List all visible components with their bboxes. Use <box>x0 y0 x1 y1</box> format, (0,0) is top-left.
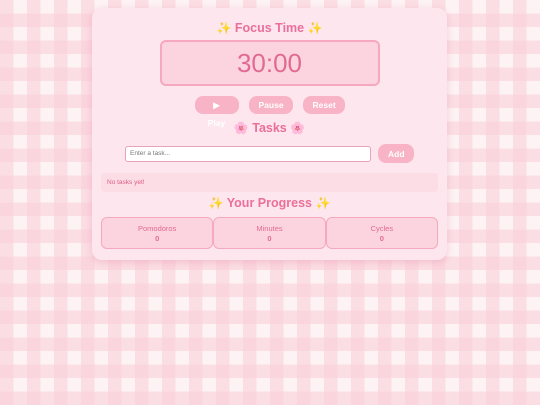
stat-pomodoros: Pomodoros 0 <box>101 217 214 249</box>
progress-stats: Pomodoros 0 Minutes 0 Cycles 0 <box>101 217 438 249</box>
task-list: No tasks yet! <box>101 173 438 192</box>
tasks-heading: 🌸 Tasks 🌸 <box>101 120 438 136</box>
progress-heading: ✨ Your Progress ✨ <box>101 195 438 211</box>
cherry-blossom-icon: 🌸 <box>233 121 249 135</box>
sparkle-icon: ✨ <box>216 21 232 35</box>
task-entry-row: Add <box>101 144 438 163</box>
sparkle-icon: ✨ <box>307 21 323 35</box>
reset-button[interactable]: Reset <box>302 96 345 114</box>
stat-value: 0 <box>155 234 160 243</box>
empty-tasks-message: No tasks yet! <box>107 179 145 186</box>
stat-label: Pomodoros <box>137 224 177 233</box>
tasks-title: Tasks <box>252 121 287 135</box>
focus-time-title: Focus Time <box>234 21 305 35</box>
stat-minutes: Minutes 0 <box>213 217 326 249</box>
focus-time-heading: ✨ Focus Time ✨ <box>101 20 438 36</box>
sparkle-icon: ✨ <box>315 196 331 210</box>
pomodoro-card: ✨ Focus Time ✨ 30:00 ▶ Play Pause Reset … <box>92 8 447 260</box>
stat-label: Cycles <box>370 224 394 233</box>
play-button[interactable]: ▶ Play <box>194 96 239 128</box>
progress-title: Your Progress <box>226 196 312 210</box>
add-task-button[interactable]: Add <box>378 144 414 163</box>
sparkle-icon: ✨ <box>208 196 224 210</box>
cherry-blossom-icon: 🌸 <box>290 121 306 135</box>
timer-display: 30:00 <box>159 40 380 86</box>
timer-controls: ▶ Play Pause Reset <box>101 96 438 128</box>
stat-value: 0 <box>379 234 384 243</box>
stat-value: 0 <box>267 234 272 243</box>
pause-button[interactable]: Pause <box>248 96 293 114</box>
stat-cycles: Cycles 0 <box>325 217 438 249</box>
task-input[interactable] <box>125 145 371 162</box>
stat-label: Minutes <box>256 224 283 233</box>
